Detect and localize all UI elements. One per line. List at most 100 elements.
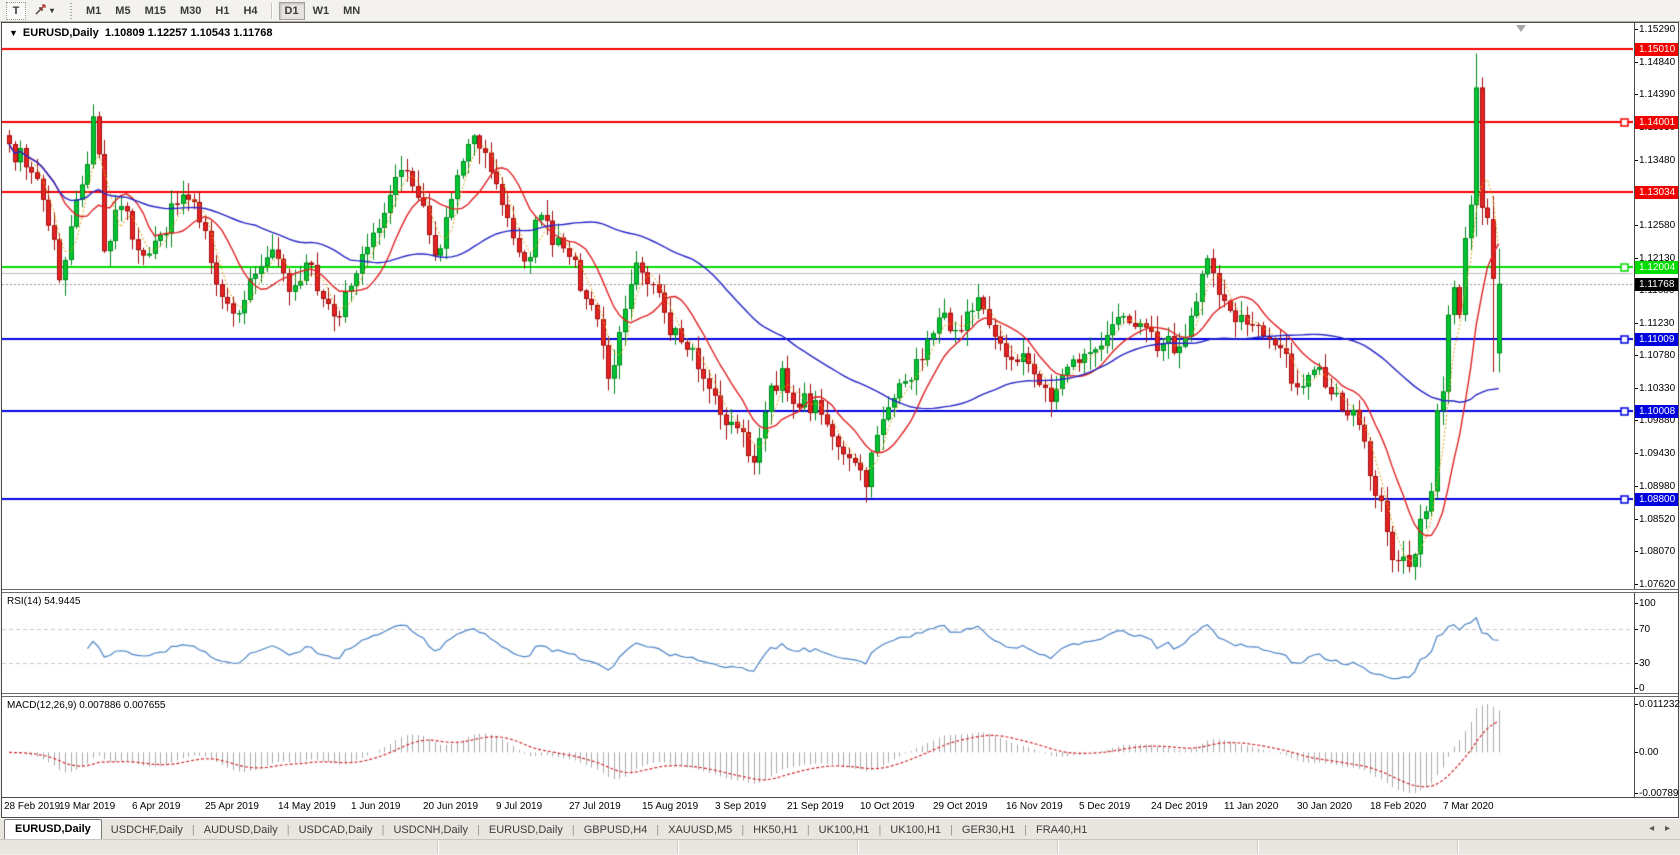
price-line-badge: 1.12004 xyxy=(1635,261,1678,274)
arrows-tool-button[interactable]: ▾ xyxy=(28,2,60,20)
one-click-trading-arrow[interactable]: ▼ xyxy=(9,28,18,38)
chart-tab-uk100-h1[interactable]: UK100,H1 xyxy=(881,822,950,839)
macd-tick-label: 0.00 xyxy=(1639,747,1658,758)
date-tick-label: 30 Jan 2020 xyxy=(1297,801,1352,812)
chart-ohlc-values: 1.10809 1.12257 1.10543 1.11768 xyxy=(105,27,273,39)
price-tick-label: 1.08070 xyxy=(1639,546,1675,557)
date-tick-label: 28 Feb 2019 xyxy=(4,801,60,812)
chart-tab-usdchf-daily[interactable]: USDCHF,Daily xyxy=(102,822,192,839)
main-chart-pane: ▼EURUSD,Daily 1.10809 1.12257 1.10543 1.… xyxy=(2,23,1678,589)
axis-tickmark xyxy=(1635,420,1638,421)
tab-scroll-arrows[interactable]: ◂ ▸ xyxy=(1649,823,1674,834)
chart-tab-xauusd-m5[interactable]: XAUUSD,M5 xyxy=(659,822,741,839)
macd-indicator-canvas[interactable] xyxy=(2,697,1633,797)
axis-tickmark xyxy=(1635,486,1638,487)
rsi-indicator-canvas[interactable] xyxy=(2,593,1633,693)
price-tick-label: 1.10330 xyxy=(1639,383,1675,394)
status-cell xyxy=(1058,840,1258,854)
date-tick-label: 24 Dec 2019 xyxy=(1151,801,1208,812)
timeframe-toolbar: M1M5M15M30H1H4 D1W1MN xyxy=(80,2,366,20)
axis-tickmark xyxy=(1635,551,1638,552)
axis-tickmark xyxy=(1635,752,1638,753)
chart-tab-usdcnh-daily[interactable]: USDCNH,Daily xyxy=(384,822,477,839)
chart-tab-gbpusd-h4[interactable]: GBPUSD,H4 xyxy=(575,822,657,839)
axis-tickmark xyxy=(1635,355,1638,356)
axis-tickmark xyxy=(1635,793,1638,794)
price-tick-label: 1.09430 xyxy=(1639,448,1675,459)
timeframe-button-m1[interactable]: M1 xyxy=(80,2,107,20)
timeframe-button-m5[interactable]: M5 xyxy=(109,2,136,20)
price-tick-label: 1.13480 xyxy=(1639,155,1675,166)
chart-tab-hk50-h1[interactable]: HK50,H1 xyxy=(744,822,807,839)
timeframe-button-h1[interactable]: H1 xyxy=(209,2,235,20)
chart-tab-ger30-h1[interactable]: GER30,H1 xyxy=(953,822,1024,839)
text-tool-button[interactable]: T xyxy=(6,2,26,20)
rsi-axis[interactable]: 100 70 30 0 xyxy=(1634,593,1678,693)
date-tick-label: 10 Oct 2019 xyxy=(860,801,914,812)
price-tick-label: 1.15290 xyxy=(1639,24,1675,35)
chart-tab-eurusd-daily[interactable]: EURUSD,Daily xyxy=(4,819,102,839)
chart-window: ▼EURUSD,Daily 1.10809 1.12257 1.10543 1.… xyxy=(1,22,1679,818)
axis-tickmark xyxy=(1635,688,1638,689)
chart-tab-uk100-h1[interactable]: UK100,H1 xyxy=(810,822,879,839)
date-axis[interactable]: 28 Feb 201919 Mar 20196 Apr 201925 Apr 2… xyxy=(2,797,1678,817)
chart-title: ▼EURUSD,Daily 1.10809 1.12257 1.10543 1.… xyxy=(9,27,272,39)
date-tick-label: 25 Apr 2019 xyxy=(205,801,259,812)
axis-tickmark xyxy=(1635,704,1638,705)
date-tick-label: 29 Oct 2019 xyxy=(933,801,987,812)
axis-tickmark xyxy=(1635,388,1638,389)
status-cell xyxy=(1258,840,1458,854)
macd-axis[interactable]: 0.011232 0.00 -0.00789 xyxy=(1634,697,1678,797)
price-tick-label: 1.08520 xyxy=(1639,514,1675,525)
timeframe-button-d1[interactable]: D1 xyxy=(279,2,305,20)
timeframe-button-w1[interactable]: W1 xyxy=(307,2,336,20)
toolbar-grip xyxy=(70,3,72,19)
price-chart-canvas[interactable] xyxy=(2,23,1633,589)
chart-tab-audusd-daily[interactable]: AUDUSD,Daily xyxy=(195,822,287,839)
rsi-tick-label: 30 xyxy=(1639,658,1650,669)
price-axis[interactable]: 1.152901.148401.143901.139301.134801.125… xyxy=(1634,23,1678,589)
chart-shift-marker[interactable] xyxy=(1516,25,1526,32)
date-tick-label: 11 Jan 2020 xyxy=(1224,801,1278,812)
axis-tickmark xyxy=(1635,519,1638,520)
timeframe-button-mn[interactable]: MN xyxy=(337,2,366,20)
price-line-badge: 1.14001 xyxy=(1635,116,1678,129)
date-tick-label: 5 Dec 2019 xyxy=(1079,801,1130,812)
macd-tick-label: 0.011232 xyxy=(1639,699,1680,710)
axis-tickmark xyxy=(1635,29,1638,30)
macd-tick-label: -0.00789 xyxy=(1639,788,1678,799)
chevron-down-icon: ▾ xyxy=(50,6,54,15)
price-line-badge: 1.10008 xyxy=(1635,405,1678,418)
timeframe-button-h4[interactable]: H4 xyxy=(237,2,263,20)
chart-tab-usdcad-daily[interactable]: USDCAD,Daily xyxy=(290,822,382,839)
axis-tickmark xyxy=(1635,629,1638,630)
axis-tickmark xyxy=(1635,225,1638,226)
price-line-badge: 1.11009 xyxy=(1635,333,1678,346)
price-tick-label: 1.07620 xyxy=(1639,579,1675,590)
date-tick-label: 21 Sep 2019 xyxy=(787,801,844,812)
timeframe-button-m15[interactable]: M15 xyxy=(139,2,172,20)
current-price-badge: 1.11768 xyxy=(1635,278,1678,291)
axis-tickmark xyxy=(1635,323,1638,324)
axis-tickmark xyxy=(1635,584,1638,585)
rsi-tick-label: 0 xyxy=(1639,683,1645,694)
axis-tickmark xyxy=(1635,603,1638,604)
date-tick-label: 7 Mar 2020 xyxy=(1443,801,1494,812)
axis-tickmark xyxy=(1635,258,1638,259)
price-tick-label: 1.14840 xyxy=(1639,57,1675,68)
axis-tickmark xyxy=(1635,62,1638,63)
chart-tab-bar: EURUSD,DailyUSDCHF,Daily|AUDUSD,Daily|US… xyxy=(0,818,1680,839)
date-tick-label: 20 Jun 2019 xyxy=(423,801,478,812)
rsi-label: RSI(14) 54.9445 xyxy=(7,596,80,607)
status-bar xyxy=(0,839,1680,854)
price-tick-label: 1.10780 xyxy=(1639,350,1675,361)
chart-tab-fra40-h1[interactable]: FRA40,H1 xyxy=(1027,822,1096,839)
timeframe-button-m30[interactable]: M30 xyxy=(174,2,207,20)
chart-tab-eurusd-daily[interactable]: EURUSD,Daily xyxy=(480,822,572,839)
status-cell xyxy=(438,840,678,854)
price-tick-label: 1.08980 xyxy=(1639,481,1675,492)
macd-label: MACD(12,26,9) 0.007886 0.007655 xyxy=(7,700,165,711)
price-tick-label: 1.14390 xyxy=(1639,89,1675,100)
rsi-tick-label: 70 xyxy=(1639,624,1650,635)
rsi-tick-label: 100 xyxy=(1639,598,1656,609)
